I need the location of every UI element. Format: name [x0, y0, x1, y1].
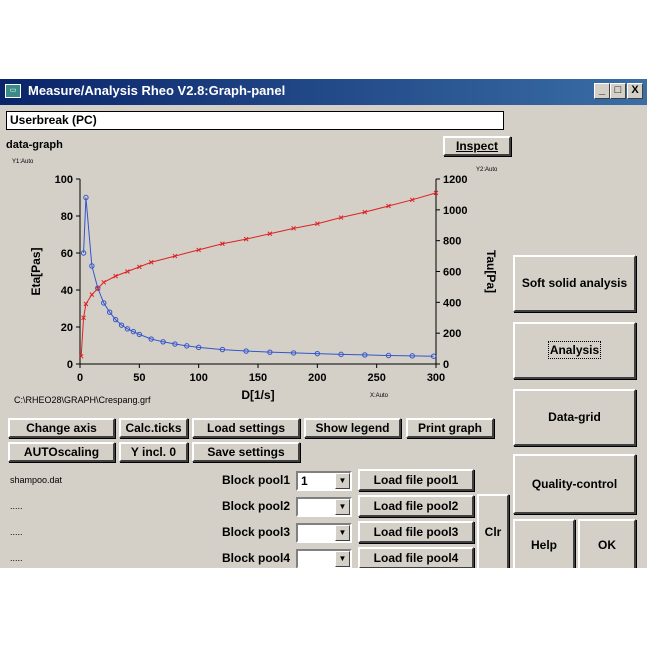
block-pool1-label: Block pool1 — [222, 473, 291, 487]
close-button[interactable]: X — [627, 83, 643, 99]
block-pool1-select[interactable]: 1 ▼ — [296, 471, 352, 491]
data-graph-chart[interactable]: 0 50 100 150 200 250 3000204060801000200400600… — [0, 157, 510, 409]
y2-tick-label: 0 — [443, 359, 449, 371]
x-scale-note: X:Auto — [370, 393, 389, 399]
data-point-tau — [125, 269, 130, 274]
app-icon: ▭ — [5, 84, 21, 98]
maximize-button[interactable]: □ — [610, 83, 626, 99]
data-point-tau — [113, 273, 118, 279]
data-point-tau — [89, 292, 95, 297]
load-file-pool1-button[interactable]: Load file pool1 — [358, 469, 474, 491]
analysis-button[interactable]: Analysis — [513, 322, 636, 379]
y2-axis-label: Tau[Pa] — [484, 250, 498, 293]
block-pool2-select[interactable]: ▼ — [296, 497, 352, 517]
app-window: ▭ Measure/Analysis Rheo V2.8:Graph-panel… — [0, 79, 647, 568]
save-settings-button[interactable]: Save settings — [192, 442, 300, 462]
block-pool4-select[interactable]: ▼ — [296, 549, 352, 568]
block-pool2-label: Block pool2 — [222, 499, 291, 513]
title-bar: ▭ Measure/Analysis Rheo V2.8:Graph-panel… — [0, 79, 647, 105]
x-tick-label: 250 — [367, 372, 385, 384]
data-grid-button[interactable]: Data-grid — [513, 389, 636, 446]
pool3-file: ..... — [10, 527, 23, 537]
calc-ticks-button[interactable]: Calc.ticks — [119, 418, 188, 438]
print-graph-button[interactable]: Print graph — [406, 418, 494, 438]
load-file-pool4-button[interactable]: Load file pool4 — [358, 547, 474, 568]
series-line-y1 — [83, 197, 434, 357]
y2-scale-note: Y2:Auto — [476, 167, 498, 173]
y1-tick-label: 20 — [61, 322, 73, 334]
inspect-label: Inspect — [455, 139, 498, 153]
help-button[interactable]: Help — [513, 519, 575, 568]
y1-tick-label: 60 — [61, 248, 73, 260]
graph-label: data-graph — [6, 139, 63, 151]
y2-tick-label: 1000 — [443, 205, 467, 217]
quality-control-button[interactable]: Quality-control — [513, 454, 636, 514]
load-settings-button[interactable]: Load settings — [192, 418, 300, 438]
chevron-down-icon[interactable]: ▼ — [335, 551, 350, 567]
x-tick-label: 100 — [189, 372, 207, 384]
x-tick-label: 50 — [133, 372, 145, 384]
analysis-label: Analysis — [547, 341, 602, 359]
block-pool3-label: Block pool3 — [222, 525, 291, 539]
change-axis-button[interactable]: Change axis — [8, 418, 115, 438]
y1-tick-label: 100 — [55, 174, 73, 186]
clr-button[interactable]: Clr — [477, 494, 509, 568]
block-pool1-value: 1 — [301, 474, 308, 488]
load-file-pool2-button[interactable]: Load file pool2 — [358, 495, 474, 517]
y1-axis-label: Eta[Pas] — [29, 247, 43, 295]
y-incl-zero-button[interactable]: Y incl. 0 — [119, 442, 188, 462]
y2-tick-label: 600 — [443, 267, 461, 279]
block-pool4-label: Block pool4 — [222, 551, 291, 565]
soft-solid-analysis-button[interactable]: Soft solid analysis — [513, 255, 636, 312]
inspect-button[interactable]: Inspect — [443, 136, 511, 156]
y2-tick-label: 800 — [443, 236, 461, 248]
data-point-tau — [136, 264, 142, 270]
status-field: Userbreak (PC) — [6, 111, 504, 130]
pool4-file: ..... — [10, 553, 23, 563]
y2-tick-label: 400 — [443, 297, 461, 309]
y1-tick-label: 40 — [61, 285, 73, 297]
x-tick-label: 150 — [249, 372, 267, 384]
autoscaling-button[interactable]: AUTOscaling — [8, 442, 115, 462]
data-point-tau — [101, 279, 107, 285]
y2-tick-label: 200 — [443, 328, 461, 340]
minimize-button[interactable]: _ — [594, 83, 610, 99]
load-file-pool3-button[interactable]: Load file pool3 — [358, 521, 474, 543]
x-axis-label: D[1/s] — [241, 388, 274, 402]
graph-file-path: C:\RHEO28\GRAPH\Crespang.grf — [14, 395, 151, 405]
chevron-down-icon[interactable]: ▼ — [335, 525, 350, 541]
chevron-down-icon[interactable]: ▼ — [335, 499, 350, 515]
x-tick-label: 200 — [308, 372, 326, 384]
pool2-file: ..... — [10, 501, 23, 511]
window-title: Measure/Analysis Rheo V2.8:Graph-panel — [28, 83, 286, 98]
y1-tick-label: 0 — [67, 359, 73, 371]
ok-button[interactable]: OK — [578, 519, 636, 568]
chevron-down-icon[interactable]: ▼ — [335, 473, 350, 489]
block-pool3-select[interactable]: ▼ — [296, 523, 352, 543]
x-tick-label: 300 — [427, 372, 445, 384]
x-tick-label: 0 — [77, 372, 83, 384]
pool1-file: shampoo.dat — [10, 475, 63, 485]
show-legend-button[interactable]: Show legend — [304, 418, 401, 438]
y2-tick-label: 1200 — [443, 174, 467, 186]
y1-tick-label: 80 — [61, 211, 73, 223]
y1-scale-note: Y1:Auto — [12, 159, 34, 165]
